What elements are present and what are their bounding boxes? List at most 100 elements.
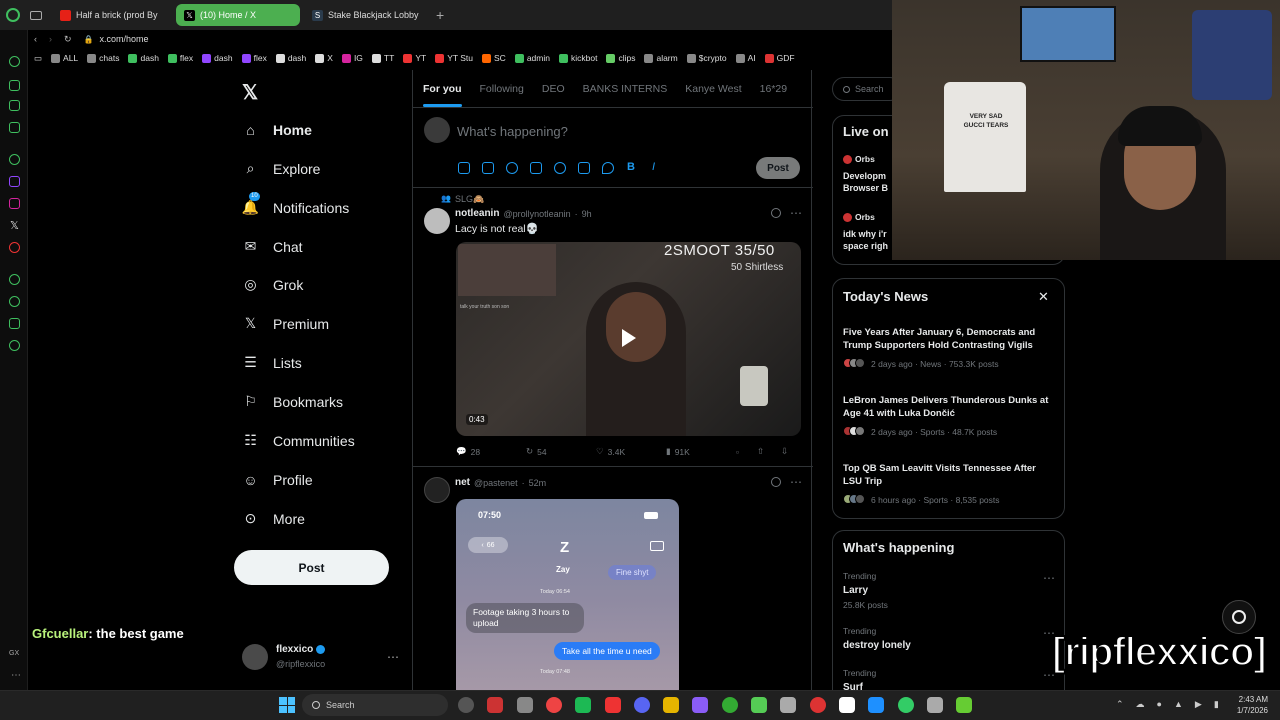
app-icon[interactable] [751,697,767,713]
xbox-icon[interactable] [721,697,738,713]
location-icon[interactable] [602,162,614,174]
nav-item-premium[interactable]: 𝕏 Premium [242,315,329,332]
discord-icon[interactable] [633,697,650,713]
cloud-icon[interactable]: ☁ [1136,699,1145,710]
author-handle[interactable]: @pastenet [474,478,518,488]
nav-item-communities[interactable]: ☷ Communities [242,432,354,449]
bookmark-item[interactable]: flex [167,53,193,63]
taskbar-search[interactable]: Search [302,694,448,716]
sidebar-play-icon[interactable] [9,274,20,285]
nav-item-explore[interactable]: ⌕ Explore [242,160,321,177]
tweet[interactable]: 👥 SLG🙈 notleanin @prollynotleanin · 9h ⋯… [413,188,813,466]
grok-icon[interactable] [771,477,781,487]
browser-tab-music[interactable]: Half a brick (prod By [52,4,172,26]
app-icon[interactable] [809,697,826,713]
nav-item-notifications[interactable]: 🔔 10 Notifications [242,192,349,216]
grok-float-button[interactable] [1222,600,1256,634]
trend-item[interactable]: Trending destroy lonely ⋯ [843,626,1055,655]
grok-icon[interactable] [771,208,781,218]
author-name[interactable]: notleanin [455,208,499,219]
tab-for-you[interactable]: For you [423,83,462,107]
app-icon[interactable] [692,697,709,713]
tab-banks-interns[interactable]: BANKS INTERNS [583,83,668,95]
browser-logo-icon[interactable] [6,8,20,22]
views-button[interactable]: ▮ 91K [666,446,736,457]
bookmark-item[interactable]: clips [606,53,635,63]
nav-item-more[interactable]: ⊙ More [242,510,305,527]
bookmark-item[interactable]: GDF [764,53,795,63]
battery-icon[interactable]: ▮ [1214,699,1219,710]
sidebar-record-icon[interactable] [9,242,20,253]
new-tab-icon[interactable]: + [436,7,444,23]
sidebar-gear-icon[interactable] [9,340,20,351]
bookmark-item[interactable]: SC [482,53,506,63]
sidebar-history-icon[interactable] [9,296,20,307]
tab-kanye-west[interactable]: Kanye West [685,83,741,95]
bookmark-item[interactable]: dash [128,53,159,63]
file-explorer-icon[interactable] [663,697,680,713]
schedule-icon[interactable] [578,162,590,174]
controller-icon[interactable] [780,697,797,713]
clock[interactable]: 2:43 AM 1/7/2026 [1228,694,1268,716]
grok-icon[interactable] [506,162,518,174]
trend-item[interactable]: Trending Larry 25.8K posts ⋯ [843,571,1055,610]
gif-icon[interactable] [482,162,494,174]
sidebar-extension-icon[interactable] [9,318,20,329]
steam-icon[interactable] [516,697,533,713]
reload-icon[interactable]: ↻ [64,34,72,45]
reply-button[interactable]: 💬 28 [456,446,526,457]
task-view-icon[interactable] [458,697,474,713]
tweet[interactable]: net @pastenet · 52m ⋯ 07:50 ‹ 66 Z Zay To… [413,467,813,690]
nav-item-lists[interactable]: ☰ Lists [242,354,302,371]
tab-following[interactable]: Following [480,83,524,95]
bookmark-item[interactable]: X [315,53,333,63]
bookmark-item[interactable]: TT [371,53,394,63]
bookmark-item[interactable]: $crypto [686,53,727,63]
news-item[interactable]: LeBron James Delivers Thunderous Dunks a… [843,394,1055,438]
author-handle[interactable]: @prollynotleanin [503,209,570,219]
x-logo-icon[interactable]: 𝕏 [10,219,19,232]
mic-icon[interactable]: ● [1157,699,1162,710]
bookmark-item[interactable]: AI [735,53,756,63]
bookmark-icon[interactable]: ▫ [736,446,757,457]
browser-tab-stake[interactable]: S Stake Blackjack Lobby [304,4,428,26]
post-button[interactable]: Post [234,550,389,585]
download-icon[interactable]: ⇩ [781,446,788,457]
tweet-time[interactable]: 9h [582,209,592,219]
instagram-icon[interactable] [9,198,20,209]
url-field[interactable]: x.com/home [100,34,149,44]
news-item[interactable]: Five Years After January 6, Democrats an… [843,326,1055,370]
tweet-time[interactable]: 52m [529,478,547,488]
sidebar-more-icon[interactable]: ⋯ [11,670,21,681]
app-icon[interactable] [838,697,855,713]
trend-item[interactable]: Trending Surf ⋯ [843,668,1055,690]
bookmark-folder-icon[interactable]: ▭ [34,53,42,64]
tab-deo[interactable]: DEO [542,83,565,95]
app-icon[interactable] [956,697,973,713]
back-icon[interactable]: ‹ [34,34,37,44]
nav-item-grok[interactable]: ◎ Grok [242,276,303,293]
twitch-icon[interactable] [9,176,20,187]
bookmark-item[interactable]: kickbot [558,53,597,63]
bold-icon[interactable]: B [627,161,635,173]
tab-16-29[interactable]: 16*29 [760,83,787,95]
wifi-icon[interactable]: ▲ [1174,699,1183,710]
news-item[interactable]: Top QB Sam Leavitt Visits Tennessee Afte… [843,462,1055,506]
spotify-icon[interactable] [575,697,592,713]
forward-icon[interactable]: › [49,34,52,44]
media-icon[interactable] [458,162,470,174]
sidebar-settings-icon[interactable] [9,154,20,165]
share-icon[interactable]: ⇧ [757,446,781,457]
composer-input[interactable]: What's happening? [457,124,568,139]
play-icon[interactable] [622,329,636,347]
video-player[interactable]: talk your truth son son 2SMOOT 35/50 50 … [456,242,801,436]
chrome-icon[interactable] [545,697,562,713]
app-icon[interactable] [868,697,885,713]
volume-icon[interactable]: ▶ [1195,699,1202,710]
bookmark-item[interactable]: YT Stu [435,53,473,63]
poll-icon[interactable] [530,162,542,174]
sidebar-sync-icon[interactable] [9,56,20,67]
bookmark-item[interactable]: IG [341,53,363,63]
bookmark-item[interactable]: chats [87,53,119,63]
italic-icon[interactable]: I [652,161,655,173]
